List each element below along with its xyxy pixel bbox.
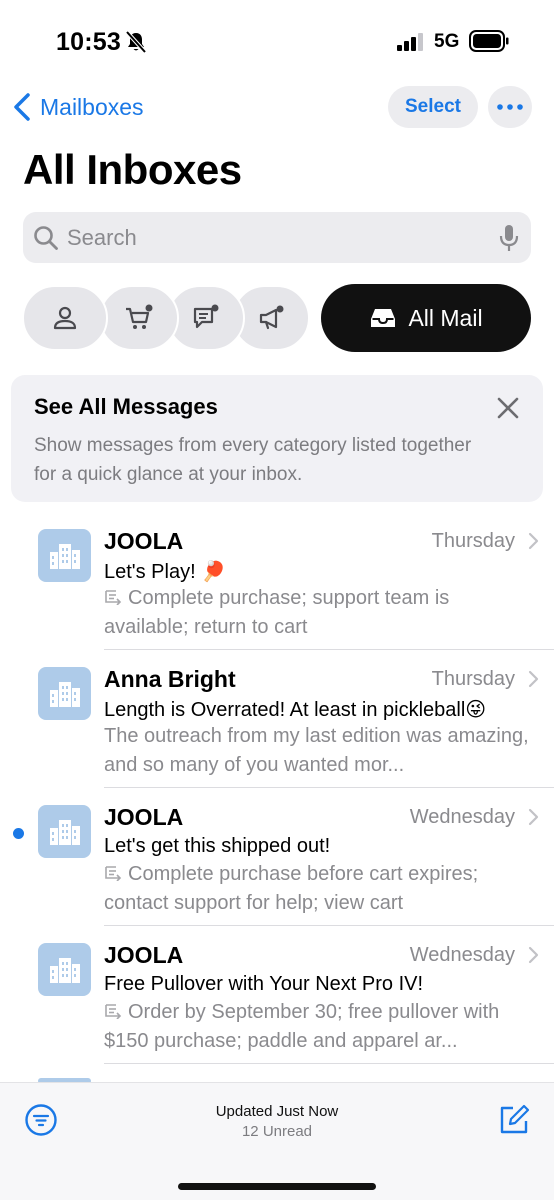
chevron-left-icon — [14, 93, 30, 121]
message-subject: Length is Overrated! At least in pickleb… — [104, 699, 487, 721]
message-preview: Complete purchase before cart expires; c… — [104, 860, 529, 918]
more-options-button[interactable] — [488, 86, 532, 128]
unread-count: 12 Unread — [241, 1123, 313, 1140]
compose-icon[interactable] — [497, 1103, 531, 1137]
sender-name: JOOLA — [104, 528, 184, 554]
message-row[interactable]: JOOLA Wednesday Let's get this shipped out… — [0, 788, 554, 926]
summary-icon — [105, 590, 122, 605]
page-title: All Inboxes — [23, 146, 242, 193]
category-primary[interactable] — [22, 285, 108, 351]
card-title: See All Messages — [34, 394, 218, 419]
message-row[interactable]: JOOLA Wednesday Free Pullover with Your Ne… — [0, 926, 554, 1064]
preview-text: Order by September 30; free pullover wit… — [104, 1001, 500, 1052]
row-divider — [104, 1063, 554, 1064]
close-icon[interactable] — [495, 395, 521, 421]
preview-text: Complete purchase before cart expires; c… — [104, 863, 479, 914]
message-row[interactable]: Anna Bright Thursday Length is Overrated! … — [0, 650, 554, 788]
preview-text: Complete purchase; support team is avail… — [104, 587, 450, 638]
sender-avatar — [38, 805, 91, 858]
building-icon — [49, 543, 80, 569]
shopping-cart-icon — [126, 304, 153, 329]
select-button[interactable]: Select — [388, 86, 478, 128]
message-date: Thursday — [431, 668, 515, 690]
message-date: Wednesday — [409, 944, 515, 966]
status-bar: 10:53 5G — [0, 0, 554, 84]
category-all-mail[interactable]: All Mail — [321, 284, 531, 352]
search-bar[interactable] — [23, 212, 531, 263]
message-subject: Let's get this shipped out! — [104, 835, 331, 857]
back-label: Mailboxes — [40, 93, 144, 120]
message-preview: Complete purchase; support team is avail… — [104, 584, 529, 642]
back-to-mailboxes[interactable]: Mailboxes — [12, 88, 144, 126]
see-all-messages-card: See All Messages Show messages from ever… — [11, 375, 543, 502]
ellipsis-icon — [497, 104, 523, 110]
building-icon — [49, 819, 80, 845]
message-row[interactable]: JOOLA Thursday Let's Play! 🏓 Complete purch… — [0, 512, 554, 650]
megaphone-icon — [259, 305, 284, 330]
bell-off-icon — [125, 30, 147, 54]
message-subject: Free Pullover with Your Next Pro IV! — [104, 973, 424, 995]
sender-avatar — [38, 529, 91, 582]
summary-icon — [105, 866, 122, 881]
bottom-toolbar: Updated Just Now 12 Unread — [0, 1082, 554, 1200]
microphone-icon[interactable] — [499, 224, 519, 252]
category-transactions[interactable] — [99, 285, 179, 351]
chevron-right-icon — [528, 946, 539, 964]
building-icon — [49, 957, 80, 983]
chevron-right-icon — [528, 808, 539, 826]
status-time: 10:53 — [56, 28, 121, 56]
chat-bubble-icon — [193, 304, 219, 329]
battery-icon — [469, 30, 509, 52]
network-type: 5G — [434, 31, 460, 52]
chevron-right-icon — [528, 532, 539, 550]
unread-dot — [13, 828, 24, 839]
signal-icon — [397, 33, 423, 51]
sender-name: JOOLA — [104, 804, 184, 830]
tray-icon — [371, 309, 396, 327]
summary-icon — [105, 1004, 122, 1019]
all-mail-label: All Mail — [408, 304, 483, 331]
message-subject: Let's Play! 🏓 — [104, 561, 227, 583]
person-icon — [53, 306, 77, 330]
chevron-right-icon — [528, 670, 539, 688]
sender-avatar — [38, 667, 91, 720]
message-date: Wednesday — [409, 806, 515, 828]
home-indicator — [178, 1183, 376, 1190]
update-status: Updated Just Now — [215, 1103, 339, 1120]
message-preview: The outreach from my last edition was am… — [104, 722, 529, 780]
message-date: Thursday — [431, 530, 515, 552]
sender-name: JOOLA — [104, 942, 184, 968]
message-preview: Order by September 30; free pullover wit… — [104, 998, 529, 1056]
sender-avatar — [38, 943, 91, 996]
preview-text: The outreach from my last edition was am… — [104, 725, 529, 776]
building-icon — [49, 681, 80, 707]
search-icon — [34, 225, 58, 250]
search-input[interactable] — [67, 224, 467, 251]
sender-name: Anna Bright — [104, 666, 236, 692]
card-description: Show messages from every category listed… — [34, 435, 472, 485]
